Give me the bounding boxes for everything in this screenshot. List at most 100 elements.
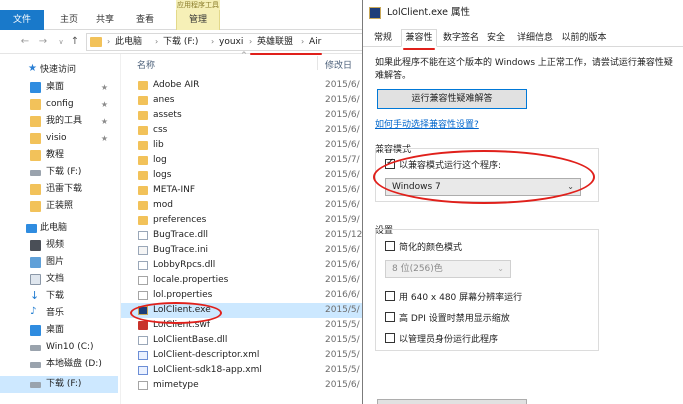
file-row[interactable]: assets 2015/6/ bbox=[121, 108, 371, 123]
column-divider[interactable] bbox=[317, 56, 318, 70]
file-row[interactable]: LolClient-sdk18-app.xml 2015/5/ bbox=[121, 363, 371, 378]
file-name: locale.properties bbox=[153, 275, 229, 285]
file-row[interactable]: BugTrace.ini 2015/6/ bbox=[121, 243, 371, 258]
nav-this-pc[interactable]: 此电脑 bbox=[0, 220, 118, 237]
column-header-date[interactable]: 修改日 bbox=[325, 58, 352, 71]
nav-item[interactable]: 图片 bbox=[0, 254, 118, 271]
nav-item[interactable]: 下载 (F:) bbox=[0, 376, 118, 393]
file-row[interactable]: css 2015/6/ bbox=[121, 123, 371, 138]
file-row[interactable]: Adobe AIR 2015/6/ bbox=[121, 78, 371, 93]
pin-icon[interactable]: ★ bbox=[101, 79, 108, 96]
nav-item[interactable]: visio ★ bbox=[0, 130, 118, 147]
nav-item[interactable]: ♪ 音乐 bbox=[0, 305, 118, 322]
high-dpi-checkbox[interactable] bbox=[385, 312, 395, 322]
reduced-color-checkbox[interactable] bbox=[385, 241, 395, 251]
nav-item[interactable]: 下载 (F:) bbox=[0, 164, 118, 181]
file-row[interactable]: mimetype 2015/6/ bbox=[121, 378, 371, 393]
tab-view[interactable]: 查看 bbox=[134, 10, 156, 30]
nav-item[interactable]: ↓ 下载 bbox=[0, 288, 118, 305]
nav-label: 迅雷下载 bbox=[46, 184, 83, 194]
high-dpi-label[interactable]: 高 DPI 设置时禁用显示缩放 bbox=[399, 311, 510, 324]
nav-item[interactable]: 迅雷下载 bbox=[0, 181, 118, 198]
file-row[interactable]: preferences 2015/9/ bbox=[121, 213, 371, 228]
dialog-titlebar[interactable]: LolClient.exe 属性 bbox=[363, 0, 683, 26]
run-troubleshooter-button[interactable]: 运行兼容性疑难解答 bbox=[377, 89, 527, 109]
nav-item[interactable]: 教程 bbox=[0, 147, 118, 164]
nav-item[interactable]: config ★ bbox=[0, 96, 118, 113]
file-row[interactable]: LobbyRpcs.dll 2015/6/ bbox=[121, 258, 371, 273]
explorer-window: 文件 主页 共享 查看 管理 应用程序工具 ← → ∨ ↑ › 此电脑 › 下载… bbox=[0, 0, 371, 404]
run-as-admin-checkbox[interactable] bbox=[385, 333, 395, 343]
manual-settings-link[interactable]: 如何手动选择兼容性设置? bbox=[375, 117, 479, 130]
nav-label: 教程 bbox=[46, 150, 65, 160]
res-640-label[interactable]: 用 640 x 480 屏幕分辨率运行 bbox=[399, 290, 522, 303]
nav-item[interactable]: Win10 (C:) bbox=[0, 339, 118, 356]
nav-quick-access[interactable]: ★ 快速访问 bbox=[0, 62, 118, 79]
file-name: LolClient-descriptor.xml bbox=[153, 350, 260, 360]
back-arrow-icon[interactable]: ← bbox=[18, 34, 32, 50]
crumb-youxi[interactable]: youxi bbox=[219, 34, 243, 50]
nav-label: 快速访问 bbox=[40, 65, 77, 75]
run-as-admin-label[interactable]: 以管理员身份运行此程序 bbox=[399, 332, 498, 345]
crumb-this-pc[interactable]: 此电脑 bbox=[115, 34, 142, 50]
tab-digital-signature[interactable]: 数字签名 bbox=[439, 30, 483, 47]
dll-file-icon bbox=[138, 336, 148, 345]
file-row[interactable]: logs 2015/6/ bbox=[121, 168, 371, 183]
nav-item[interactable]: 视频 bbox=[0, 237, 118, 254]
file-row[interactable]: BugTrace.dll 2015/12 bbox=[121, 228, 371, 243]
file-row[interactable]: LolClientBase.dll 2015/5/ bbox=[121, 333, 371, 348]
file-name: LobbyRpcs.dll bbox=[153, 260, 216, 270]
file-list: ^ 名称 修改日 Adobe AIR 2015/6/anes 2015/6/asse… bbox=[120, 51, 371, 404]
file-row[interactable]: META-INF 2015/6/ bbox=[121, 183, 371, 198]
file-row[interactable]: anes 2015/6/ bbox=[121, 93, 371, 108]
nav-item[interactable]: 本地磁盘 (D:) bbox=[0, 356, 118, 373]
pin-icon[interactable]: ★ bbox=[101, 130, 108, 147]
file-row[interactable]: locale.properties 2015/6/ bbox=[121, 273, 371, 288]
recent-locations-chevron-icon[interactable]: ∨ bbox=[54, 34, 68, 50]
breadcrumb[interactable]: › 此电脑 › 下载 (F:) › youxi › 英雄联盟 › Air bbox=[86, 33, 370, 51]
up-arrow-icon[interactable]: ↑ bbox=[68, 34, 82, 50]
file-row[interactable]: lol.properties 2016/6/ bbox=[121, 288, 371, 303]
tab-previous-versions[interactable]: 以前的版本 bbox=[559, 30, 609, 47]
res-640-checkbox[interactable] bbox=[385, 291, 395, 301]
nav-label: 下载 bbox=[46, 291, 65, 301]
file-date: 2015/6/ bbox=[325, 80, 360, 90]
tab-security[interactable]: 安全 bbox=[483, 30, 509, 47]
dialog-tabs: 常规 兼容性 数字签名 安全 详细信息 以前的版本 bbox=[363, 29, 683, 47]
tab-share[interactable]: 共享 bbox=[94, 10, 116, 30]
tab-compatibility[interactable]: 兼容性 bbox=[401, 29, 437, 47]
nav-item[interactable]: 桌面 bbox=[0, 322, 118, 339]
tab-details[interactable]: 详细信息 bbox=[513, 30, 557, 47]
reduced-color-label[interactable]: 简化的颜色模式 bbox=[399, 240, 462, 253]
file-row[interactable]: lib 2015/6/ bbox=[121, 138, 371, 153]
crumb-air[interactable]: Air bbox=[309, 34, 321, 50]
tab-manage[interactable]: 管理 bbox=[176, 10, 220, 30]
video-icon bbox=[30, 240, 41, 251]
file-date: 2015/6/ bbox=[325, 170, 360, 180]
nav-label: visio bbox=[46, 133, 67, 143]
pin-icon[interactable]: ★ bbox=[101, 113, 108, 130]
file-date: 2015/5/ bbox=[325, 305, 360, 315]
change-all-users-button[interactable] bbox=[377, 399, 527, 404]
crumb-lol[interactable]: 英雄联盟 bbox=[257, 34, 293, 50]
crumb-drive-f[interactable]: 下载 (F:) bbox=[163, 34, 198, 50]
file-row[interactable]: log 2015/7/ bbox=[121, 153, 371, 168]
pin-icon[interactable]: ★ bbox=[101, 96, 108, 113]
column-header-name[interactable]: 名称 bbox=[137, 58, 155, 71]
file-name: LolClient-sdk18-app.xml bbox=[153, 365, 262, 375]
nav-item[interactable]: 我的工具 ★ bbox=[0, 113, 118, 130]
nav-item[interactable]: 文档 bbox=[0, 271, 118, 288]
nav-item[interactable]: 桌面 ★ bbox=[0, 79, 118, 96]
tab-home[interactable]: 主页 bbox=[56, 10, 82, 30]
file-date: 2015/5/ bbox=[325, 320, 360, 330]
forward-arrow-icon[interactable]: → bbox=[36, 34, 50, 50]
file-row[interactable]: LolClient-descriptor.xml 2015/5/ bbox=[121, 348, 371, 363]
file-row[interactable]: mod 2015/6/ bbox=[121, 198, 371, 213]
nav-item[interactable]: 正装照 bbox=[0, 198, 118, 215]
breadcrumb-separator: › bbox=[155, 37, 159, 46]
tab-file[interactable]: 文件 bbox=[0, 10, 44, 30]
tab-general[interactable]: 常规 bbox=[369, 30, 397, 47]
annotation-circle-compat bbox=[373, 150, 595, 204]
folder-icon bbox=[138, 81, 148, 90]
document-icon bbox=[30, 274, 41, 285]
